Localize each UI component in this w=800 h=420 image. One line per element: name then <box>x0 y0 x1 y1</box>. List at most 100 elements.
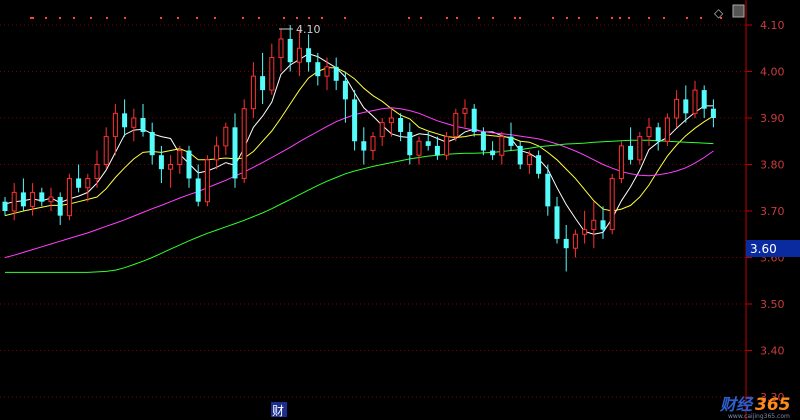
event-dot <box>408 17 410 19</box>
event-dot <box>648 17 650 19</box>
candle-body-up <box>241 108 247 179</box>
event-dot <box>456 17 458 19</box>
diamond-icon[interactable]: ◇ <box>714 6 724 20</box>
candle-body-down <box>39 192 45 202</box>
candle-body-down <box>628 145 634 160</box>
event-dot <box>420 17 422 19</box>
event-dot <box>30 17 32 19</box>
candle-body-up <box>30 191 36 207</box>
event-dot <box>242 17 244 19</box>
candle-body-up <box>646 126 652 138</box>
event-dot <box>700 17 702 19</box>
candle <box>609 173 615 235</box>
event-dot <box>106 17 108 19</box>
candle-body-up <box>444 136 450 156</box>
event-dot <box>45 17 47 19</box>
event-dot <box>32 17 34 19</box>
finance-badge[interactable]: 财 <box>271 402 287 418</box>
candle-body-up <box>296 47 302 63</box>
event-dot <box>59 17 61 19</box>
candle-body-down <box>140 118 146 132</box>
candle-body-down <box>2 201 8 211</box>
candle-body-up <box>269 57 275 91</box>
candle-body-down <box>158 155 164 170</box>
tick-label: 3.40 <box>760 345 785 358</box>
event-dot <box>686 17 688 19</box>
event-dot <box>578 17 580 19</box>
candle-body-down <box>655 127 661 142</box>
candle-body-down <box>683 99 689 114</box>
candle-body-down <box>545 173 551 207</box>
candle-body-down <box>306 48 312 63</box>
candle-body-down <box>471 108 477 132</box>
candle-body-up <box>66 177 72 217</box>
tick-label: 3.80 <box>760 159 785 172</box>
candle <box>471 104 477 137</box>
candle-body-down <box>76 178 82 188</box>
event-dot <box>296 17 298 19</box>
candle-body-up <box>48 196 54 203</box>
candle-body-up <box>609 177 615 231</box>
candle-body-up <box>214 145 220 161</box>
candle-body-up <box>388 117 394 124</box>
candle-body-down <box>186 150 192 179</box>
event-dot <box>124 17 126 19</box>
candle <box>618 141 624 184</box>
event-dot <box>566 17 568 19</box>
candle-body-down <box>710 108 716 118</box>
candle-body-up <box>204 159 210 203</box>
candle-body-down <box>122 113 128 128</box>
chart-background <box>0 0 800 420</box>
tick-label: 4.10 <box>760 19 785 32</box>
event-dot <box>258 17 260 19</box>
event-dot <box>611 17 613 19</box>
candle-body-up <box>131 117 137 128</box>
candlestick-chart: 4.104.003.903.803.703.603.503.403.30 3.6… <box>0 0 800 420</box>
candle-body-down <box>260 76 266 91</box>
candle-body-down <box>232 127 238 179</box>
candle <box>637 131 643 165</box>
event-dot <box>552 17 554 19</box>
watermark-logo: 财经 365 www.caijing365.com <box>719 395 791 420</box>
finance-badge-label: 财 <box>272 404 284 418</box>
event-dot <box>283 17 285 19</box>
candle-body-up <box>278 38 284 59</box>
candle-body-up <box>664 117 670 142</box>
high-price-value: 4.10 <box>296 23 321 36</box>
candle-body-down <box>490 150 496 156</box>
candle-body-down <box>563 238 569 249</box>
candle-body-up <box>591 219 597 231</box>
candle-body-up <box>572 233 578 249</box>
candle-body-down <box>315 62 321 77</box>
current-price-value: 3.60 <box>750 242 777 256</box>
candle-body-up <box>223 126 229 147</box>
candle-body-up <box>674 98 680 119</box>
candle-body-up <box>379 122 385 138</box>
candle-body-down <box>434 145 440 156</box>
scroll-toggle-button[interactable] <box>732 4 745 18</box>
event-dot <box>321 17 323 19</box>
event-dot <box>308 17 310 19</box>
candle-body-down <box>195 178 201 202</box>
candle <box>241 99 247 184</box>
candle-body-down <box>398 118 404 132</box>
candle-body-down <box>536 155 542 174</box>
event-dot <box>344 17 346 19</box>
candle-body-up <box>462 108 468 114</box>
candle-body-down <box>508 136 514 146</box>
candle-body-down <box>20 192 26 207</box>
candle-body-up <box>526 154 532 165</box>
candle-body-up <box>177 150 183 166</box>
candle-body-down <box>517 145 523 165</box>
candle-body-down <box>149 131 155 156</box>
candle-body-down <box>600 220 606 230</box>
candle-body-down <box>287 38 293 63</box>
candle-body-up <box>370 136 376 152</box>
candle-body-up <box>499 136 505 156</box>
event-dot <box>514 17 516 19</box>
candle-body-up <box>618 145 624 179</box>
candle-body-up <box>94 164 100 179</box>
event-dot <box>90 17 92 19</box>
candle-body-down <box>352 99 358 142</box>
candle <box>204 155 210 207</box>
